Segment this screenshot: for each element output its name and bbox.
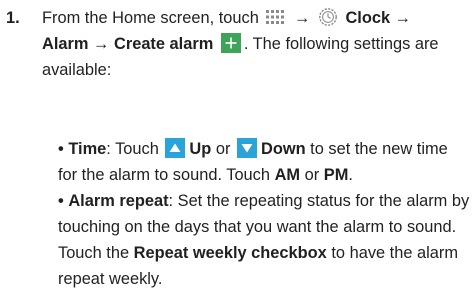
time-term: Time	[68, 140, 107, 158]
repeat-line-1: • Alarm repeat: Set the repeating status…	[58, 188, 470, 214]
am-label: AM	[274, 166, 301, 184]
clock-label: Clock	[345, 9, 391, 27]
time-touch: Touch	[115, 140, 159, 158]
step-number: 1.	[6, 9, 20, 27]
pm-label: PM	[323, 166, 349, 184]
time-period: .	[348, 166, 353, 184]
plus-icon	[220, 32, 241, 53]
time-colon: :	[106, 140, 111, 158]
instruction-page: 1. From the Home screen, touch → Clock →…	[0, 0, 472, 288]
time-line-1: • Time: Touch Up or Down to set the new …	[58, 136, 470, 162]
clock-icon	[318, 7, 337, 26]
bullet-dot: •	[58, 192, 64, 210]
down-arrow-icon	[236, 137, 257, 158]
alarm-repeat-term: Alarm repeat	[68, 192, 169, 210]
list-item-time: • Time: Touch Up or Down to set the new …	[58, 136, 470, 188]
apps-grid-icon	[266, 9, 285, 24]
bullet-dot: •	[58, 140, 64, 158]
repeat-line-2: touching on the days that you want the a…	[58, 218, 457, 236]
time-line-2: for the alarm to sound. Touch AM or PM.	[58, 162, 470, 188]
repeat-line-3-a: Touch the	[58, 244, 130, 262]
down-label: Down	[260, 140, 306, 158]
repeat-line-4: repeat weekly.	[58, 270, 163, 288]
step-line-2: Alarm → Create alarm . The following set…	[42, 31, 470, 57]
repeat-weekly-checkbox-label: Repeat weekly checkbox	[133, 244, 327, 262]
arrow-1: →	[293, 9, 311, 27]
up-label: Up	[189, 140, 212, 158]
step-line-2-suffix: . The following settings are	[243, 35, 439, 53]
up-arrow-icon	[165, 137, 186, 158]
or-2: or	[304, 166, 320, 184]
arrow-2: →	[394, 9, 412, 27]
time-rest-1: to set the new time	[310, 140, 448, 158]
step-line-3: available:	[42, 61, 112, 79]
create-alarm-label: Create alarm	[113, 35, 214, 53]
repeat-line-1-rest: : Set the repeating status for the alarm…	[168, 192, 470, 210]
list-item-alarm-repeat: • Alarm repeat: Set the repeating status…	[58, 188, 470, 292]
step-text: From the Home screen, touch → Clock → Al…	[42, 5, 470, 83]
alarm-label: Alarm	[42, 35, 89, 53]
repeat-line-3: Touch the Repeat weekly checkbox to have…	[58, 240, 470, 266]
step-line-1: From the Home screen, touch → Clock →	[42, 5, 470, 31]
step-prefix: From the Home screen, touch	[42, 9, 259, 27]
arrow-3: →	[93, 35, 110, 53]
settings-list: • Time: Touch Up or Down to set the new …	[58, 136, 470, 292]
or-1: or	[215, 140, 231, 158]
repeat-line-3-b: to have the alarm	[331, 244, 459, 262]
time-line-2-text: for the alarm to sound. Touch	[58, 166, 270, 184]
